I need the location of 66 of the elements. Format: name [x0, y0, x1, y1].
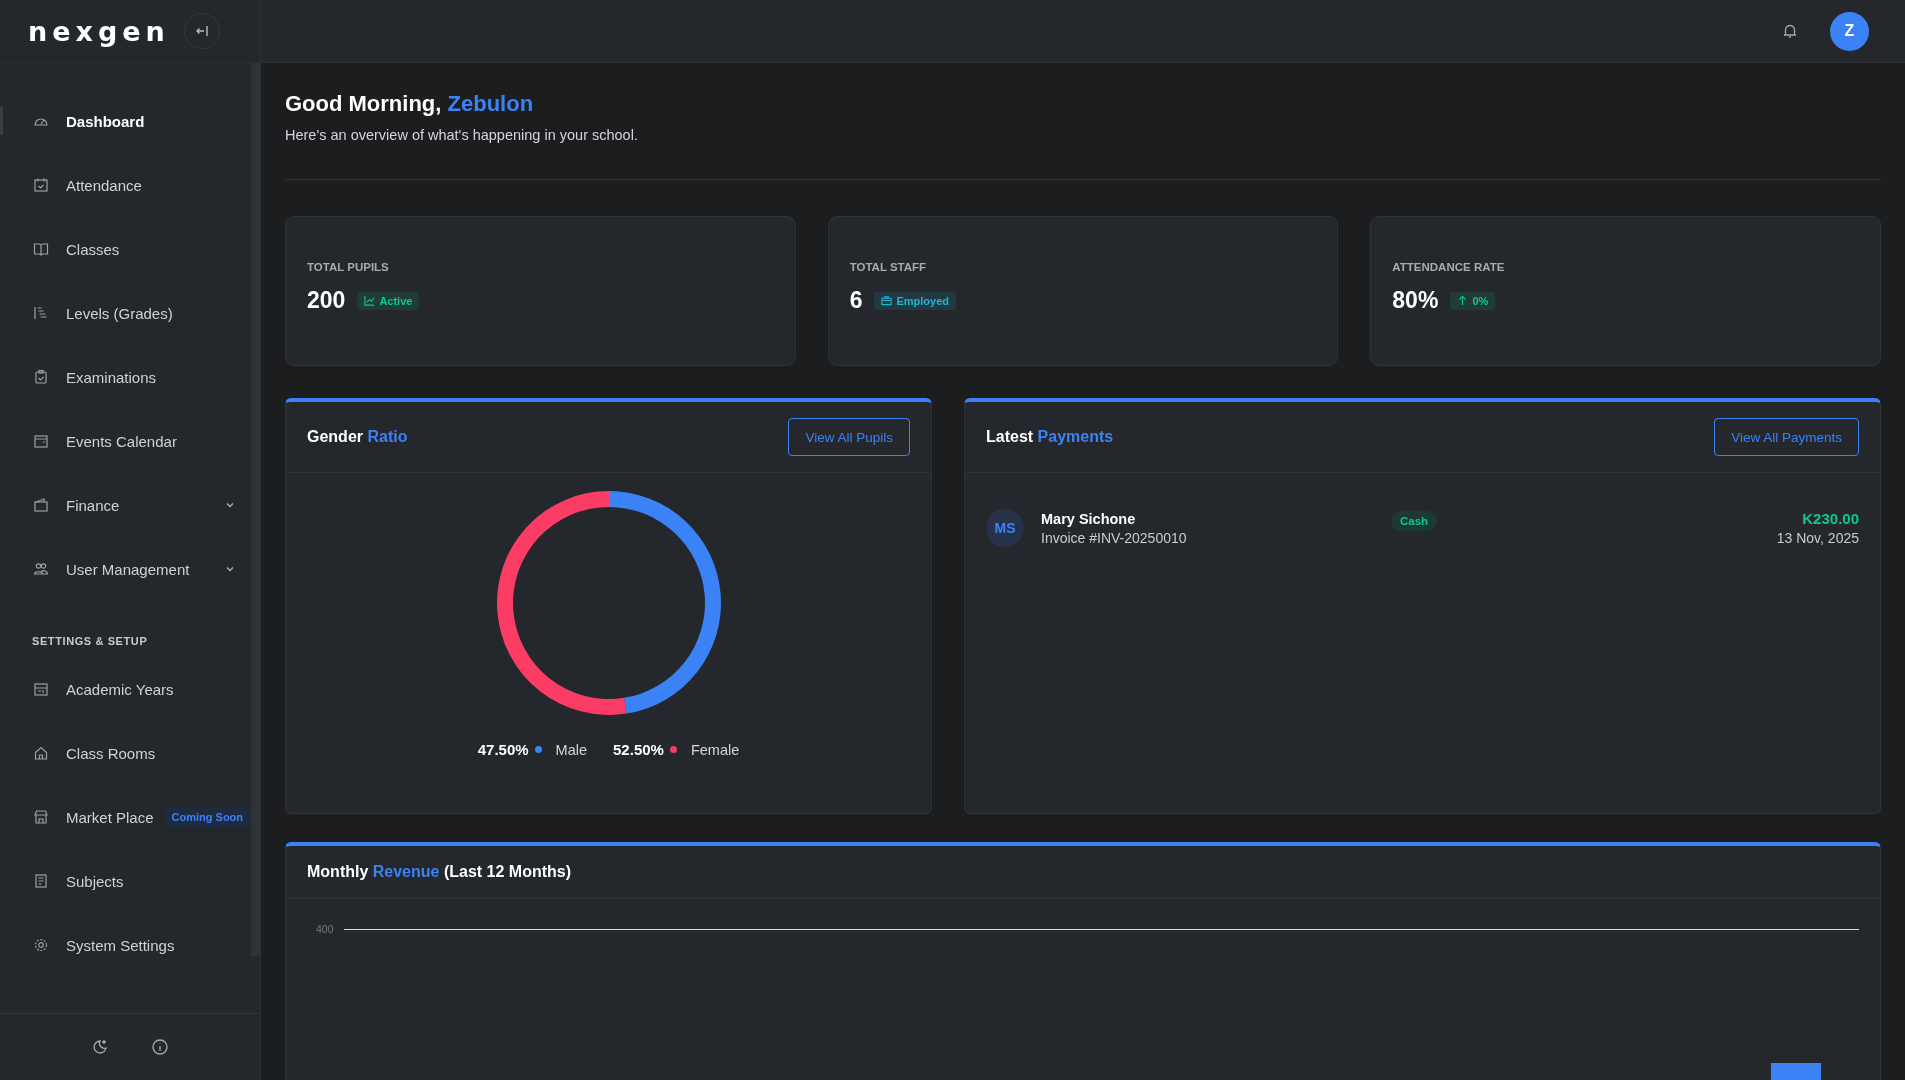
panel-title: Gender Ratio [307, 428, 408, 446]
logo-text: nexgen [28, 15, 170, 47]
stat-label: ATTENDANCE RATE [1392, 261, 1506, 273]
sidebar-scrollbar[interactable] [251, 63, 260, 956]
info-icon [151, 1038, 169, 1056]
legend-label: Female [690, 741, 740, 758]
sidebar-item[interactable]: Class Rooms [0, 721, 251, 785]
user-avatar-button[interactable]: Z [1830, 11, 1869, 51]
view-all-payments-button[interactable]: View All Payments [1714, 418, 1859, 456]
moon-icon [91, 1038, 109, 1056]
stat-label: TOTAL STAFF [849, 261, 928, 273]
stat-value: 80% [1392, 287, 1439, 314]
trend-chart-icon [364, 295, 376, 306]
arrow-up-icon [1457, 295, 1469, 306]
calendar-check-icon [33, 177, 49, 193]
calendar-icon [33, 433, 49, 449]
stat-label: TOTAL PUPILS [307, 261, 390, 273]
sidebar-item[interactable]: Classes [0, 217, 251, 281]
sidebar-item[interactable]: Academic Years [0, 657, 251, 721]
settings-icon [33, 937, 49, 953]
stat-badge: Employed [874, 291, 957, 310]
book-icon [33, 241, 49, 257]
sidebar-item[interactable]: Attendance [0, 153, 251, 217]
sidebar-item[interactable]: Levels (Grades) [0, 281, 251, 345]
document-icon [33, 873, 49, 889]
sidebar-item[interactable]: Examinations [0, 345, 251, 409]
sidebar-item[interactable]: Market Place Coming Soon [0, 785, 251, 849]
stat-value: 6 [849, 287, 863, 314]
sidebar-item[interactable]: User Management [0, 537, 251, 601]
sidebar-item[interactable]: Finance [0, 473, 251, 537]
collapse-arrow-icon [194, 24, 209, 38]
stat-badge: Active [357, 291, 420, 310]
payment-amount: K230.00 [1802, 510, 1859, 527]
stat-badge: 0% [1450, 291, 1496, 310]
legend-label: Male [555, 741, 588, 758]
greeting-subtitle: Here's an overview of what's happening in your school. [285, 127, 639, 143]
briefcase-icon [881, 295, 893, 306]
bell-icon [1782, 23, 1798, 39]
axis-tick-label: 400 [316, 923, 334, 935]
payment-method-badge: Cash [1391, 511, 1438, 531]
payer-name: Mary Sichone [1041, 510, 1137, 527]
panel-title: Latest Payments [986, 428, 1114, 446]
payer-avatar: MS [986, 509, 1024, 547]
greeting-heading: Good Morning, Zebulon [285, 91, 535, 117]
sidebar-item[interactable]: Dashboard [0, 89, 251, 153]
coming-soon-badge: Coming Soon [164, 807, 251, 827]
invoice-number: Invoice #INV-20250010 [1041, 529, 1188, 546]
calendar-icon [33, 681, 49, 697]
sidebar-item[interactable]: Events Calendar [0, 409, 251, 473]
storefront-icon [33, 809, 49, 825]
sidebar-item[interactable]: Subjects [0, 849, 251, 913]
legend-value: 52.50% [613, 741, 664, 758]
info-button[interactable] [149, 1036, 171, 1058]
panel-title: Monthly Revenue (Last 12 Months) [307, 863, 572, 881]
view-all-pupils-button[interactable]: View All Pupils [788, 418, 910, 456]
legend-value: 47.50% [477, 741, 529, 758]
payment-date: 13 Nov, 2025 [1776, 530, 1859, 546]
stat-value: 200 [307, 287, 346, 314]
clipboard-icon [33, 369, 49, 385]
users-icon [33, 561, 49, 577]
list-icon [33, 305, 49, 321]
house-icon [33, 745, 49, 761]
sidebar-item[interactable]: System Settings [0, 913, 251, 977]
wallet-icon [33, 497, 49, 513]
section-heading: SETTINGS & SETUP [31, 634, 149, 649]
collapse-sidebar-button[interactable] [183, 13, 220, 49]
